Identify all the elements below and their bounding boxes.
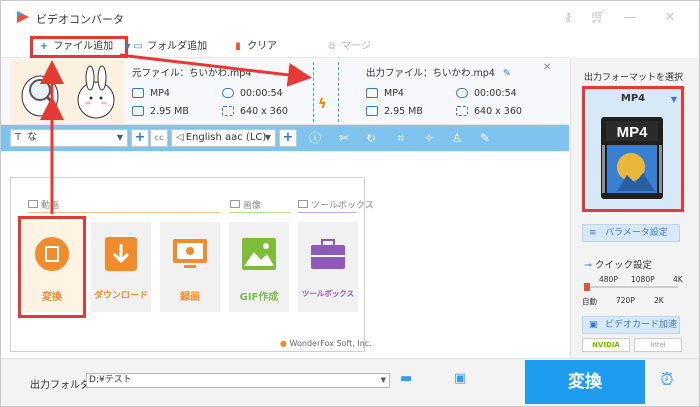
annotation-arrows: [40, 53, 312, 214]
arrow-to-output: [119, 53, 312, 87]
